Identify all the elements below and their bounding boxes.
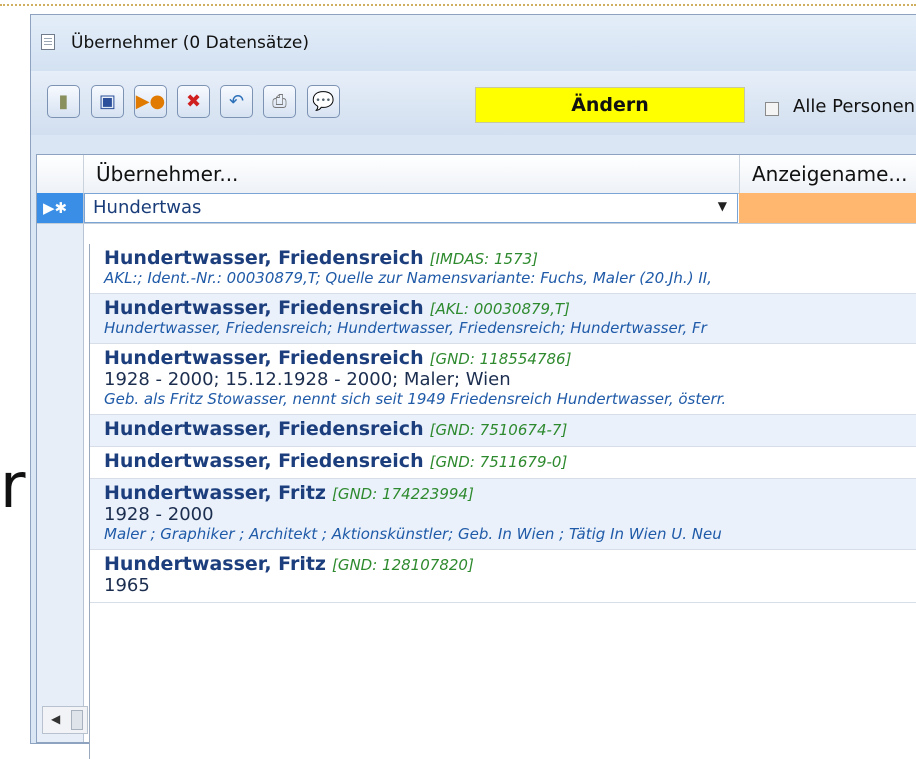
suggestion-item[interactable]: Hundertwasser, Friedensreich [GND: 118554… — [90, 344, 916, 415]
uebernehmer-combobox[interactable]: Hundertwas ▼ — [84, 193, 738, 223]
source-tag: [GND: 174223994] — [331, 485, 474, 503]
anzeigename-cell[interactable] — [739, 193, 916, 223]
source-tag: [IMDAS: 1573] — [429, 250, 539, 268]
scroll-left-icon[interactable]: ◀ — [51, 712, 60, 726]
source-tag: [GND: 118554786] — [429, 350, 572, 368]
suggestion-detail: 1928 - 2000; 15.12.1928 - 2000; Maler; W… — [104, 369, 511, 390]
form-icon — [41, 34, 55, 50]
background-text-fragment: r — [0, 449, 26, 522]
autocomplete-dropdown: Hundertwasser, Friedensreich [IMDAS: 1573… — [89, 244, 916, 759]
horizontal-scrollbar[interactable]: ◀ — [42, 706, 88, 734]
dotted-border — [0, 0, 916, 6]
delete-x-icon: ✖ — [185, 91, 202, 112]
delete-x-button[interactable]: ✖ — [177, 85, 210, 118]
undo-button[interactable]: ↶ — [220, 85, 253, 118]
suggestion-name: Hundertwasser, Friedensreich [GND: 751067… — [104, 415, 916, 440]
suggestion-note: Hundertwasser, Friedensreich; Hundertwas… — [104, 319, 707, 337]
source-tag: [AKL: 00030879,T] — [429, 300, 570, 318]
comment-icon: 💬 — [312, 91, 335, 112]
person-name: Hundertwasser, Fritz — [104, 482, 326, 504]
suggestion-detail: 1928 - 2000 — [104, 504, 214, 525]
source-tag: [GND: 128107820] — [331, 556, 474, 574]
new-record-icon: ▶● — [135, 91, 166, 112]
print-icon: ⎙ — [272, 91, 287, 112]
save-disk-button[interactable]: ▣ — [91, 85, 124, 118]
suggestion-name: Hundertwasser, Friedensreich [GND: 118554… — [104, 344, 916, 369]
person-name: Hundertwasser, Friedensreich — [104, 418, 424, 440]
person-name: Hundertwasser, Friedensreich — [104, 450, 424, 472]
suggestion-item[interactable]: Hundertwasser, Fritz [GND: 128107820] 1965 — [90, 550, 916, 603]
person-name: Hundertwasser, Friedensreich — [104, 297, 424, 319]
suggestion-name: Hundertwasser, Fritz [GND: 128107820] — [104, 550, 916, 575]
suggestion-name: Hundertwasser, Friedensreich [AKL: 000308… — [104, 294, 916, 319]
exit-door-button[interactable]: ▮ — [47, 85, 80, 118]
source-tag: [GND: 7510674-7] — [429, 421, 568, 439]
suggestion-detail: 1965 — [104, 575, 150, 596]
scroll-thumb[interactable] — [71, 710, 83, 730]
exit-door-icon: ▮ — [58, 91, 69, 112]
suggestion-name: Hundertwasser, Friedensreich [IMDAS: 1573… — [104, 244, 916, 269]
combobox-text[interactable]: Hundertwas — [93, 197, 201, 218]
title-bar: Übernehmer (0 Datensätze) — [31, 15, 916, 71]
source-tag: [GND: 7511679-0] — [429, 453, 568, 471]
comment-button[interactable]: 💬 — [307, 85, 340, 118]
column-header-uebernehmer[interactable]: Übernehmer... — [83, 155, 739, 193]
new-record-button[interactable]: ▶● — [134, 85, 167, 118]
suggestion-item[interactable]: Hundertwasser, Friedensreich [GND: 751067… — [90, 415, 916, 447]
new-record-row: ▶✱ Hundertwas ▼ — [37, 193, 916, 224]
save-disk-icon: ▣ — [98, 91, 116, 112]
toolbar: ▮ ▣ ▶● ✖ ↶ ⎙ 💬 Ändern Alle Personen — [31, 71, 916, 135]
person-name: Hundertwasser, Fritz — [104, 553, 326, 575]
suggestion-item[interactable]: Hundertwasser, Fritz [GND: 174223994] 1928… — [90, 479, 916, 550]
suggestion-item[interactable]: Hundertwasser, Friedensreich [IMDAS: 1573… — [90, 244, 916, 294]
new-row-indicator: ▶✱ — [37, 193, 83, 223]
all-persons-checkbox[interactable] — [765, 102, 779, 116]
chevron-down-icon[interactable]: ▼ — [718, 199, 727, 213]
suggestion-note: Maler ; Graphiker ; Architekt ; Aktionsk… — [104, 525, 722, 543]
suggestion-item[interactable]: Hundertwasser, Friedensreich [GND: 751167… — [90, 447, 916, 479]
grid-header: Übernehmer... Anzeigename... — [37, 155, 916, 194]
print-button[interactable]: ⎙ — [263, 85, 296, 118]
column-header-anzeigename[interactable]: Anzeigename... — [739, 155, 916, 193]
mode-status-indicator: Ändern — [475, 87, 745, 123]
suggestion-name: Hundertwasser, Fritz [GND: 174223994] — [104, 479, 916, 504]
suggestion-item[interactable]: Hundertwasser, Friedensreich [AKL: 000308… — [90, 294, 916, 344]
suggestion-note: AKL:; Ident.-Nr.: 00030879,T; Quelle zur… — [104, 269, 712, 287]
window-title: Übernehmer (0 Datensätze) — [71, 33, 310, 53]
suggestion-name: Hundertwasser, Friedensreich [GND: 751167… — [104, 447, 916, 472]
row-selector-column — [37, 155, 84, 742]
person-name: Hundertwasser, Friedensreich — [104, 347, 424, 369]
person-name: Hundertwasser, Friedensreich — [104, 247, 424, 269]
suggestion-note: Geb. als Fritz Stowasser, nennt sich sei… — [104, 390, 727, 408]
all-persons-label: Alle Personen — [793, 96, 916, 117]
undo-icon: ↶ — [228, 91, 245, 112]
